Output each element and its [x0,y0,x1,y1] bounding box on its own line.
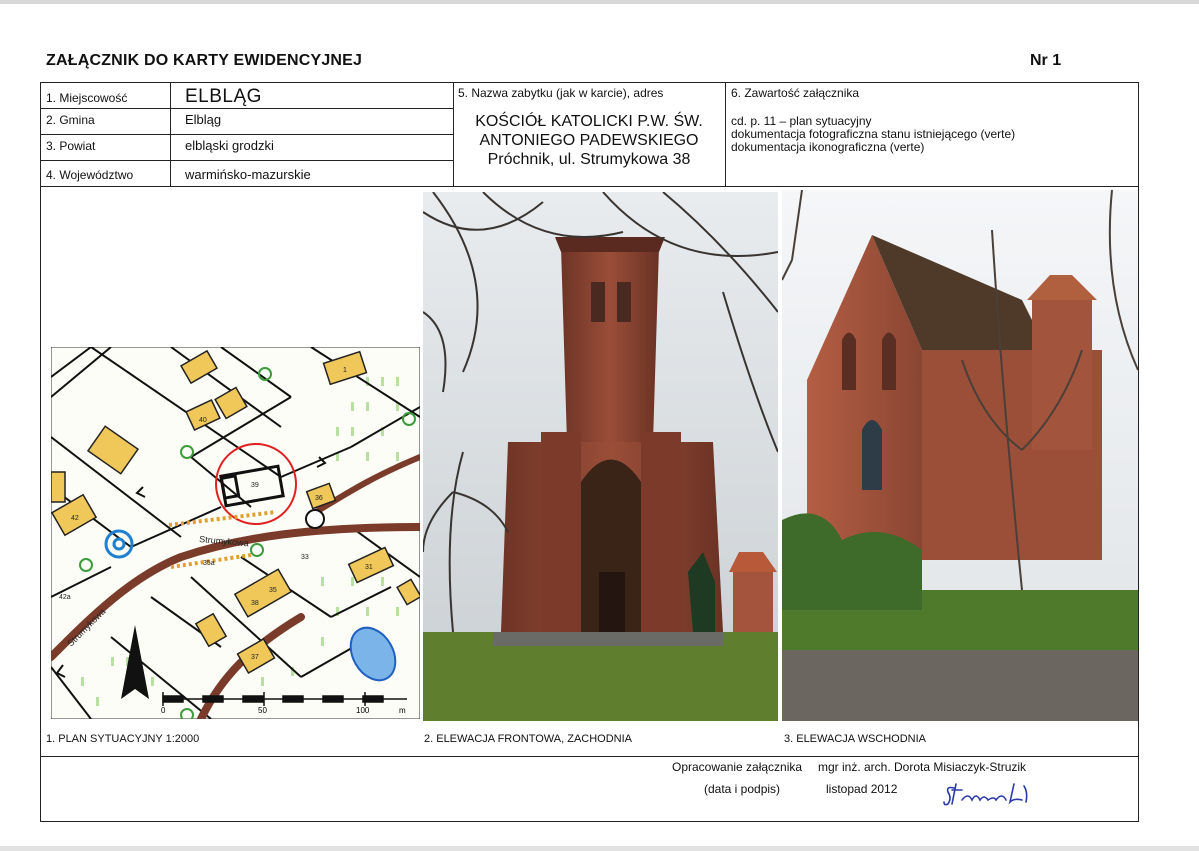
handwritten-signature [943,783,1028,806]
field-value-voivodeship: warmińsko-mazurskie [185,167,311,182]
buttress-right [641,432,681,632]
sheet-number: Nr 1 [1030,52,1062,69]
rule-top [40,82,1138,83]
parcel-label-42: 42 [71,515,79,522]
scale-label-100: 100 [356,706,370,715]
field-label-voivodeship: 4. Województwo [46,168,134,182]
field-label-commune: 2. Gmina [46,113,95,127]
rule-label-col [170,82,171,186]
scale-label-unit: m [399,706,406,715]
attachment-sheet: ZAŁĄCZNIK DO KARTY EWIDENCYJNEJ Nr 1 1. … [0,0,1199,851]
buttress-left [541,432,581,632]
field-value-locality: ELBLĄG [185,86,262,107]
scan-edge-top [0,0,1199,4]
monument-address: Próchnik, ul. Strumykowa 38 [487,151,691,168]
sheet-title: ZAŁĄCZNIK DO KARTY EWIDENCYJNEJ [46,52,363,69]
rule-right [1138,82,1139,822]
caption-plan: 1. PLAN SYTUACYJNY 1:2000 [46,733,200,745]
side-building [733,572,773,632]
crossroad-symbol [305,509,325,529]
parcel-label-35a: 35a [203,560,215,567]
rule-row1 [40,108,453,109]
stone-steps [493,632,723,646]
monument-name-line-1: KOŚCIÓŁ KATOLICKI P.W. ŚW. [475,113,703,130]
caption-east: 3. ELEWACJA WSCHODNIA [784,733,927,745]
rule-row2 [40,134,453,135]
parcel-label-40: 40 [199,417,207,424]
photo-front-elevation [423,192,778,721]
scale-label-50: 50 [258,706,267,715]
rule-col6 [725,82,726,186]
parcel-label-1: 1 [343,367,347,374]
scale-label-0: 0 [161,706,166,715]
parcel-label-42a: 42a [59,594,71,601]
parcel-label-33: 33 [301,554,309,561]
parcel-label-39: 39 [251,482,259,489]
site-plan-map: 0 50 100 m Strumykowa Strumykowa 1 40 42… [51,347,420,719]
monument-name-line-2: ANTONIEGO PADEWSKIEGO [479,132,699,149]
prepared-date: listopad 2012 [826,782,898,796]
rule-header-bottom [40,186,1138,187]
prepared-author: mgr inż. arch. Dorota Misiaczyk-Struzik [818,760,1027,774]
scan-edge-bottom [0,846,1199,851]
rule-caption-bottom [40,756,1138,757]
rule-bottom [40,821,1138,822]
contents-list: cd. p. 11 – plan sytuacyjny dokumentacja… [731,115,1015,154]
parcel-label-37: 37 [251,654,259,661]
rule-row3 [40,160,453,161]
parcel-label-31: 31 [365,564,373,571]
monument-name: KOŚCIÓŁ KATOLICKI P.W. ŚW. ANTONIEGO PAD… [454,112,724,169]
rule-left [40,82,41,822]
door [599,572,625,632]
photo-east-elevation [782,190,1138,721]
parcel-label-35: 35 [269,587,277,594]
parcel-label-38: 38 [251,600,259,607]
field-value-commune: Elbląg [185,112,222,127]
chancel-window [862,420,882,490]
date-signature-label: (data i podpis) [704,782,781,796]
field-value-county: elbląski grodzki [185,138,274,153]
paving [782,650,1138,721]
contents-label: 6. Zawartość załącznika [731,86,860,100]
monument-label: 5. Nazwa zabytku (jak w karcie), adres [458,86,664,100]
tower-upper [561,247,659,442]
field-label-county: 3. Powiat [46,139,96,153]
contents-item-3: dokumentacja ikonograficzna (verte) [731,140,925,154]
prepared-label: Opracowanie załącznika [672,760,803,774]
building-edge [51,471,66,503]
field-label-locality: 1. Miejscowość [46,91,128,105]
caption-front: 2. ELEWACJA FRONTOWA, ZACHODNIA [424,733,633,745]
parcel-label-36: 36 [315,495,323,502]
